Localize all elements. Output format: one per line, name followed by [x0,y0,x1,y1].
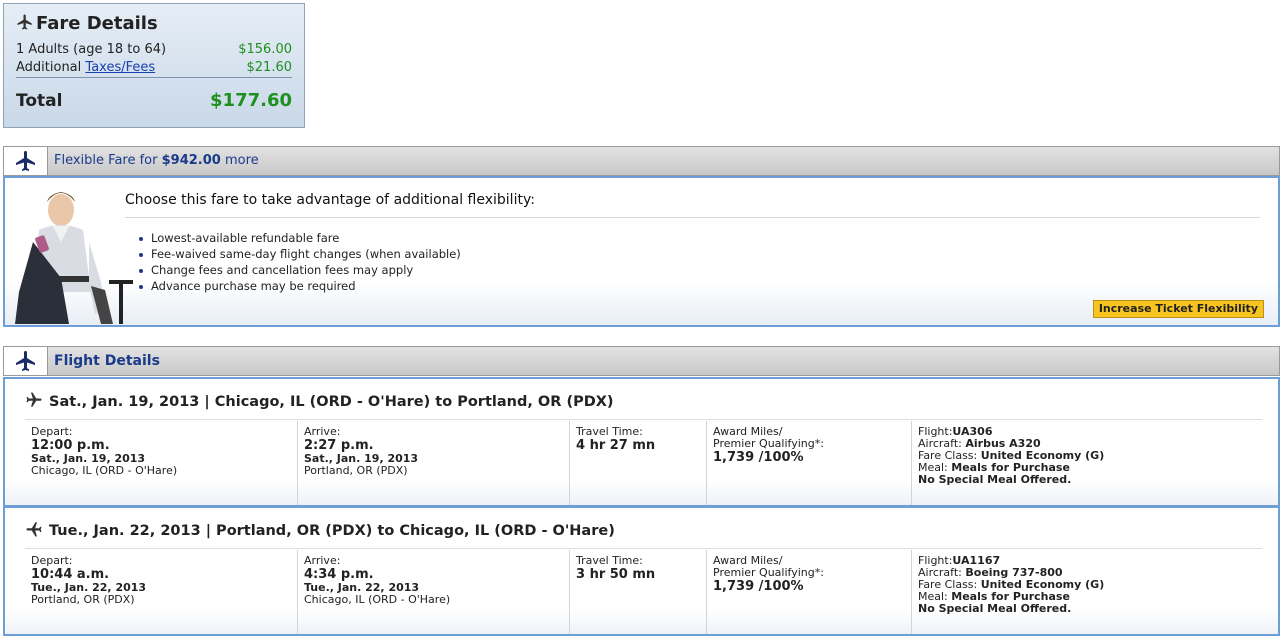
arrive-place: Chicago, IL (ORD - O'Hare) [304,593,451,606]
travel-time: 4 hr 27 mn [576,438,656,453]
list-item: Change fees and cancellation fees may ap… [139,262,461,278]
divider [125,217,1260,218]
adults-fare-line: 1 Adults (age 18 to 64) $156.00 [16,42,292,57]
additional-label: Additional [16,60,82,75]
airplane-icon [17,14,32,30]
fare-details-title: Fare Details [16,13,158,34]
travel-time-column: Travel Time: 4 hr 27 mn [569,421,706,505]
taxes-fees-link[interactable]: Taxes/Fees [85,60,155,75]
flight-segment-1: Sat., Jan. 19, 2013 | Chicago, IL (ORD -… [3,377,1280,507]
award-miles-value: 1,739 /100% [713,450,804,465]
flight-info-column: Flight:UA306 Aircraft: Airbus A320 Fare … [911,421,1262,505]
award-miles-value: 1,739 /100% [713,579,804,594]
arrive-time: 2:27 p.m. [304,438,374,453]
airplane-icon [4,147,48,175]
fare-details-box: Fare Details 1 Adults (age 18 to 64) $15… [3,3,305,128]
airplane-icon [26,522,42,537]
travel-time-column: Travel Time: 3 hr 50 mn [569,550,706,634]
list-item: Advance purchase may be required [139,278,461,294]
flight-segment-2: Tue., Jan. 22, 2013 | Portland, OR (PDX)… [3,506,1280,636]
award-miles-column: Award Miles/ Premier Qualifying*: 1,739 … [706,421,911,505]
fare-divider [16,77,292,78]
flexible-fare-amount: $942.00 [161,153,221,168]
flight-info-column: Flight:UA1167 Aircraft: Boeing 737-800 F… [911,550,1262,634]
special-meal: No Special Meal Offered. [918,602,1072,615]
flexible-fare-panel: Choose this fare to take advantage of ad… [3,176,1280,327]
depart-time: 10:44 a.m. [31,567,110,582]
award-miles-column: Award Miles/ Premier Qualifying*: 1,739 … [706,550,911,634]
arrive-time: 4:34 p.m. [304,567,374,582]
flexible-fare-text: Flexible Fare for $942.00 more [54,153,259,168]
total-label: Total [16,91,63,111]
flexible-fare-bar: Flexible Fare for $942.00 more [3,146,1280,176]
adults-amount: $156.00 [238,42,292,57]
list-item: Fee-waived same-day flight changes (when… [139,246,461,262]
increase-ticket-flexibility-button[interactable]: Increase Ticket Flexibility [1092,300,1264,318]
divider [25,548,1262,549]
taxes-fare-line: Additional Taxes/Fees $21.60 [16,60,292,75]
depart-time: 12:00 p.m. [31,438,110,453]
depart-column: Depart: 10:44 a.m. Tue., Jan. 22, 2013 P… [25,550,297,634]
flexible-fare-benefits: Lowest-available refundable fare Fee-wai… [139,230,461,294]
depart-place: Chicago, IL (ORD - O'Hare) [31,464,178,477]
segment-heading: Tue., Jan. 22, 2013 | Portland, OR (PDX)… [25,520,615,539]
total-amount: $177.60 [210,90,292,111]
special-meal: No Special Meal Offered. [918,473,1072,486]
airplane-icon [4,347,48,375]
depart-place: Portland, OR (PDX) [31,593,135,606]
depart-column: Depart: 12:00 p.m. Sat., Jan. 19, 2013 C… [25,421,297,505]
airplane-icon [26,392,42,407]
travel-time: 3 hr 50 mn [576,567,656,582]
segment-heading: Sat., Jan. 19, 2013 | Chicago, IL (ORD -… [25,391,614,410]
list-item: Lowest-available refundable fare [139,230,461,246]
taxes-amount: $21.60 [246,60,293,75]
flight-details-title: Flight Details [54,353,160,369]
divider [25,419,1262,420]
flight-details-bar: Flight Details [3,346,1280,376]
arrive-place: Portland, OR (PDX) [304,464,408,477]
arrive-column: Arrive: 4:34 p.m. Tue., Jan. 22, 2013 Ch… [297,550,569,634]
adults-label: 1 Adults (age 18 to 64) [16,42,167,57]
arrive-column: Arrive: 2:27 p.m. Sat., Jan. 19, 2013 Po… [297,421,569,505]
flexible-fare-heading: Choose this fare to take advantage of ad… [125,192,535,208]
